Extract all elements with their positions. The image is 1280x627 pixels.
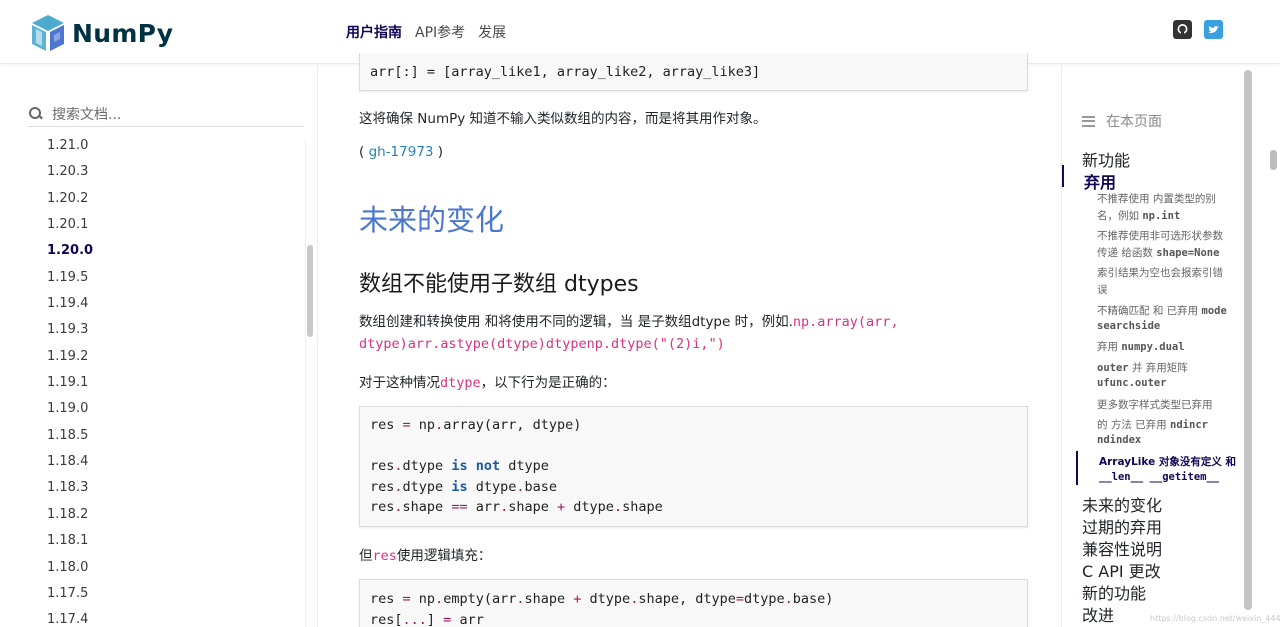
toc-subitem[interactable]: 误 — [1097, 282, 1108, 297]
nav-user-guide[interactable]: 用户指南 — [346, 22, 402, 42]
toc-subitem[interactable]: 不精确匹配 和 已弃用 mode — [1097, 303, 1227, 318]
version-item[interactable]: 1.18.4 — [47, 451, 93, 477]
version-item[interactable]: 1.18.0 — [47, 557, 93, 583]
toc-item-new-features[interactable]: 新功能 — [1082, 147, 1130, 171]
toc-title: 在本页面 — [1082, 111, 1162, 131]
toc-scrollbar[interactable] — [1244, 70, 1252, 610]
toc-subitem[interactable]: 名，例如 np.int — [1097, 208, 1180, 223]
code-block-fill: res = np.empty(arr.shape + dtype.shape, … — [359, 579, 1028, 627]
version-list: 1.21.0 1.20.3 1.20.2 1.20.1 1.20.0 1.19.… — [47, 135, 93, 627]
toc-item-improvements[interactable]: 改进 — [1082, 602, 1114, 626]
version-item[interactable]: 1.18.5 — [47, 425, 93, 451]
sidebar-scroll-track — [305, 140, 306, 627]
version-item[interactable]: 1.20.2 — [47, 188, 93, 214]
toc-active-marker — [1076, 451, 1078, 485]
section-heading-future-changes: 未来的变化 — [359, 203, 505, 237]
toc-subitem-active[interactable]: __len__ __getitem__ — [1099, 471, 1219, 483]
code-block-array-creation: res = np.array(arr, dtype) res.dtype is … — [359, 406, 1028, 527]
version-item[interactable]: 1.19.3 — [47, 319, 93, 345]
version-item[interactable]: 1.17.5 — [47, 583, 93, 609]
inline-code: dtype)arr.astype(dtype)dtypenp.dtype("(2… — [359, 336, 725, 352]
paragraph-object-note: 这将确保 NumPy 知道不输入类似数组的内容，而是将其用作对象。 — [359, 111, 767, 127]
toc-subitem[interactable]: 传递 给函数 shape=None — [1097, 245, 1219, 260]
toc-item-new-features-2[interactable]: 新的功能 — [1082, 580, 1146, 604]
version-item[interactable]: 1.20.1 — [47, 214, 93, 240]
search-input[interactable]: 搜索文档... — [52, 104, 121, 124]
version-item[interactable]: 1.19.2 — [47, 346, 93, 372]
toc-active-marker — [1062, 165, 1064, 187]
code-line: arr[:] = [array_like1, array_like2, arra… — [370, 64, 761, 80]
paragraph-text: 但 — [359, 548, 373, 564]
inline-code: res — [372, 548, 397, 564]
list-icon — [1082, 115, 1095, 127]
version-item[interactable]: 1.19.5 — [47, 267, 93, 293]
version-item[interactable]: 1.18.2 — [47, 504, 93, 530]
toc-subitem[interactable]: 更多数字样式类型已弃用 — [1097, 397, 1213, 412]
left-sidebar: 搜索文档... 1.21.0 1.20.3 1.20.2 1.20.1 1.20… — [0, 65, 318, 627]
version-item[interactable]: 1.18.3 — [47, 477, 93, 503]
watermark: https://blog.csdn.net/weixin_44493291 — [1150, 614, 1280, 623]
paragraph-text: 数组创建和转换使用 和将使用不同的逻辑，当 是子数组dtype 时，例如. — [359, 314, 793, 330]
paragraph-text: 使用逻辑填充： — [396, 548, 492, 564]
numpy-cube-icon — [32, 15, 64, 51]
version-item[interactable]: 1.17.4 — [47, 609, 93, 627]
toc-subitem-active[interactable]: ArrayLike 对象没有定义 和 — [1099, 454, 1236, 469]
paren-open: ( — [359, 144, 369, 160]
toc-subitem[interactable]: 的 方法 已弃用 ndincr — [1097, 417, 1208, 432]
code-block-assign: arr[:] = [array_like1, array_like2, arra… — [359, 53, 1028, 91]
paragraph-subarray-logic: 数组创建和转换使用 和将使用不同的逻辑，当 是子数组dtype 时，例如.np.… — [359, 311, 1039, 355]
toc-subitem[interactable]: ndindex — [1097, 434, 1141, 446]
table-of-contents: 在本页面 新功能 弃用 不推荐使用 内置类型的别 名，例如 np.int 不推荐… — [1061, 65, 1241, 627]
paren-close: ) — [433, 144, 444, 160]
toc-title-text: 在本页面 — [1106, 114, 1162, 130]
toc-item-compatibility[interactable]: 兼容性说明 — [1082, 536, 1162, 560]
version-item[interactable]: 1.19.0 — [47, 398, 93, 424]
subsection-heading-subarray-dtypes: 数组不能使用子数组 dtypes — [359, 272, 639, 297]
toc-item-future-changes[interactable]: 未来的变化 — [1082, 492, 1162, 516]
top-nav: 用户指南 API参考 发展 — [346, 22, 519, 42]
toc-subitem[interactable]: ufunc.outer — [1097, 377, 1167, 389]
toc-subitem[interactable]: 弃用 numpy.dual — [1097, 339, 1185, 354]
code-content: res = np.empty(arr.shape + dtype.shape, … — [370, 591, 834, 627]
toc-item-expired-deprecations[interactable]: 过期的弃用 — [1082, 514, 1162, 538]
toc-subitem[interactable]: 不推荐使用非可选形状参数 — [1097, 228, 1223, 243]
page-scrollbar[interactable] — [1270, 150, 1277, 170]
numpy-logo[interactable]: NumPy — [28, 13, 173, 53]
paragraph-text: ，以下行为是正确的： — [480, 375, 616, 391]
search-icon — [29, 107, 42, 120]
inline-code: dtype — [440, 375, 481, 391]
version-item-active[interactable]: 1.20.0 — [47, 240, 93, 266]
twitter-icon[interactable] — [1204, 20, 1223, 39]
version-item[interactable]: 1.21.0 — [47, 135, 93, 161]
toc-subitem[interactable]: outer 并 弃用矩阵 — [1097, 360, 1188, 375]
version-item[interactable]: 1.19.4 — [47, 293, 93, 319]
toc-item-c-api[interactable]: C API 更改 — [1082, 558, 1161, 582]
paragraph-correct-behavior: 对于这种情况dtype，以下行为是正确的： — [359, 371, 616, 391]
github-icon[interactable] — [1173, 20, 1192, 39]
version-item[interactable]: 1.19.1 — [47, 372, 93, 398]
logo-text: NumPy — [72, 18, 174, 48]
toc-subitem[interactable]: 索引结果为空也会报索引错 — [1097, 265, 1223, 280]
nav-development[interactable]: 发展 — [478, 22, 506, 42]
nav-api-reference[interactable]: API参考 — [415, 22, 465, 42]
paragraph-text: 对于这种情况 — [359, 375, 440, 391]
version-item[interactable]: 1.18.1 — [47, 530, 93, 556]
paragraph-fill-logic: 但res使用逻辑填充： — [359, 544, 491, 564]
inline-code: np.array(arr, — [792, 314, 899, 330]
search-box[interactable]: 搜索文档... — [28, 101, 304, 127]
version-item[interactable]: 1.20.3 — [47, 161, 93, 187]
gh-issue-link[interactable]: gh-17973 — [369, 144, 434, 160]
toc-item-deprecations[interactable]: 弃用 — [1084, 169, 1116, 193]
issue-reference: ( gh-17973 ) — [359, 144, 443, 160]
code-content: res = np.array(arr, dtype) res.dtype is … — [370, 417, 663, 515]
toc-subitem[interactable]: searchside — [1097, 320, 1160, 332]
toc-subitem[interactable]: 不推荐使用 内置类型的别 — [1097, 191, 1216, 206]
sidebar-scrollbar[interactable] — [307, 245, 313, 337]
